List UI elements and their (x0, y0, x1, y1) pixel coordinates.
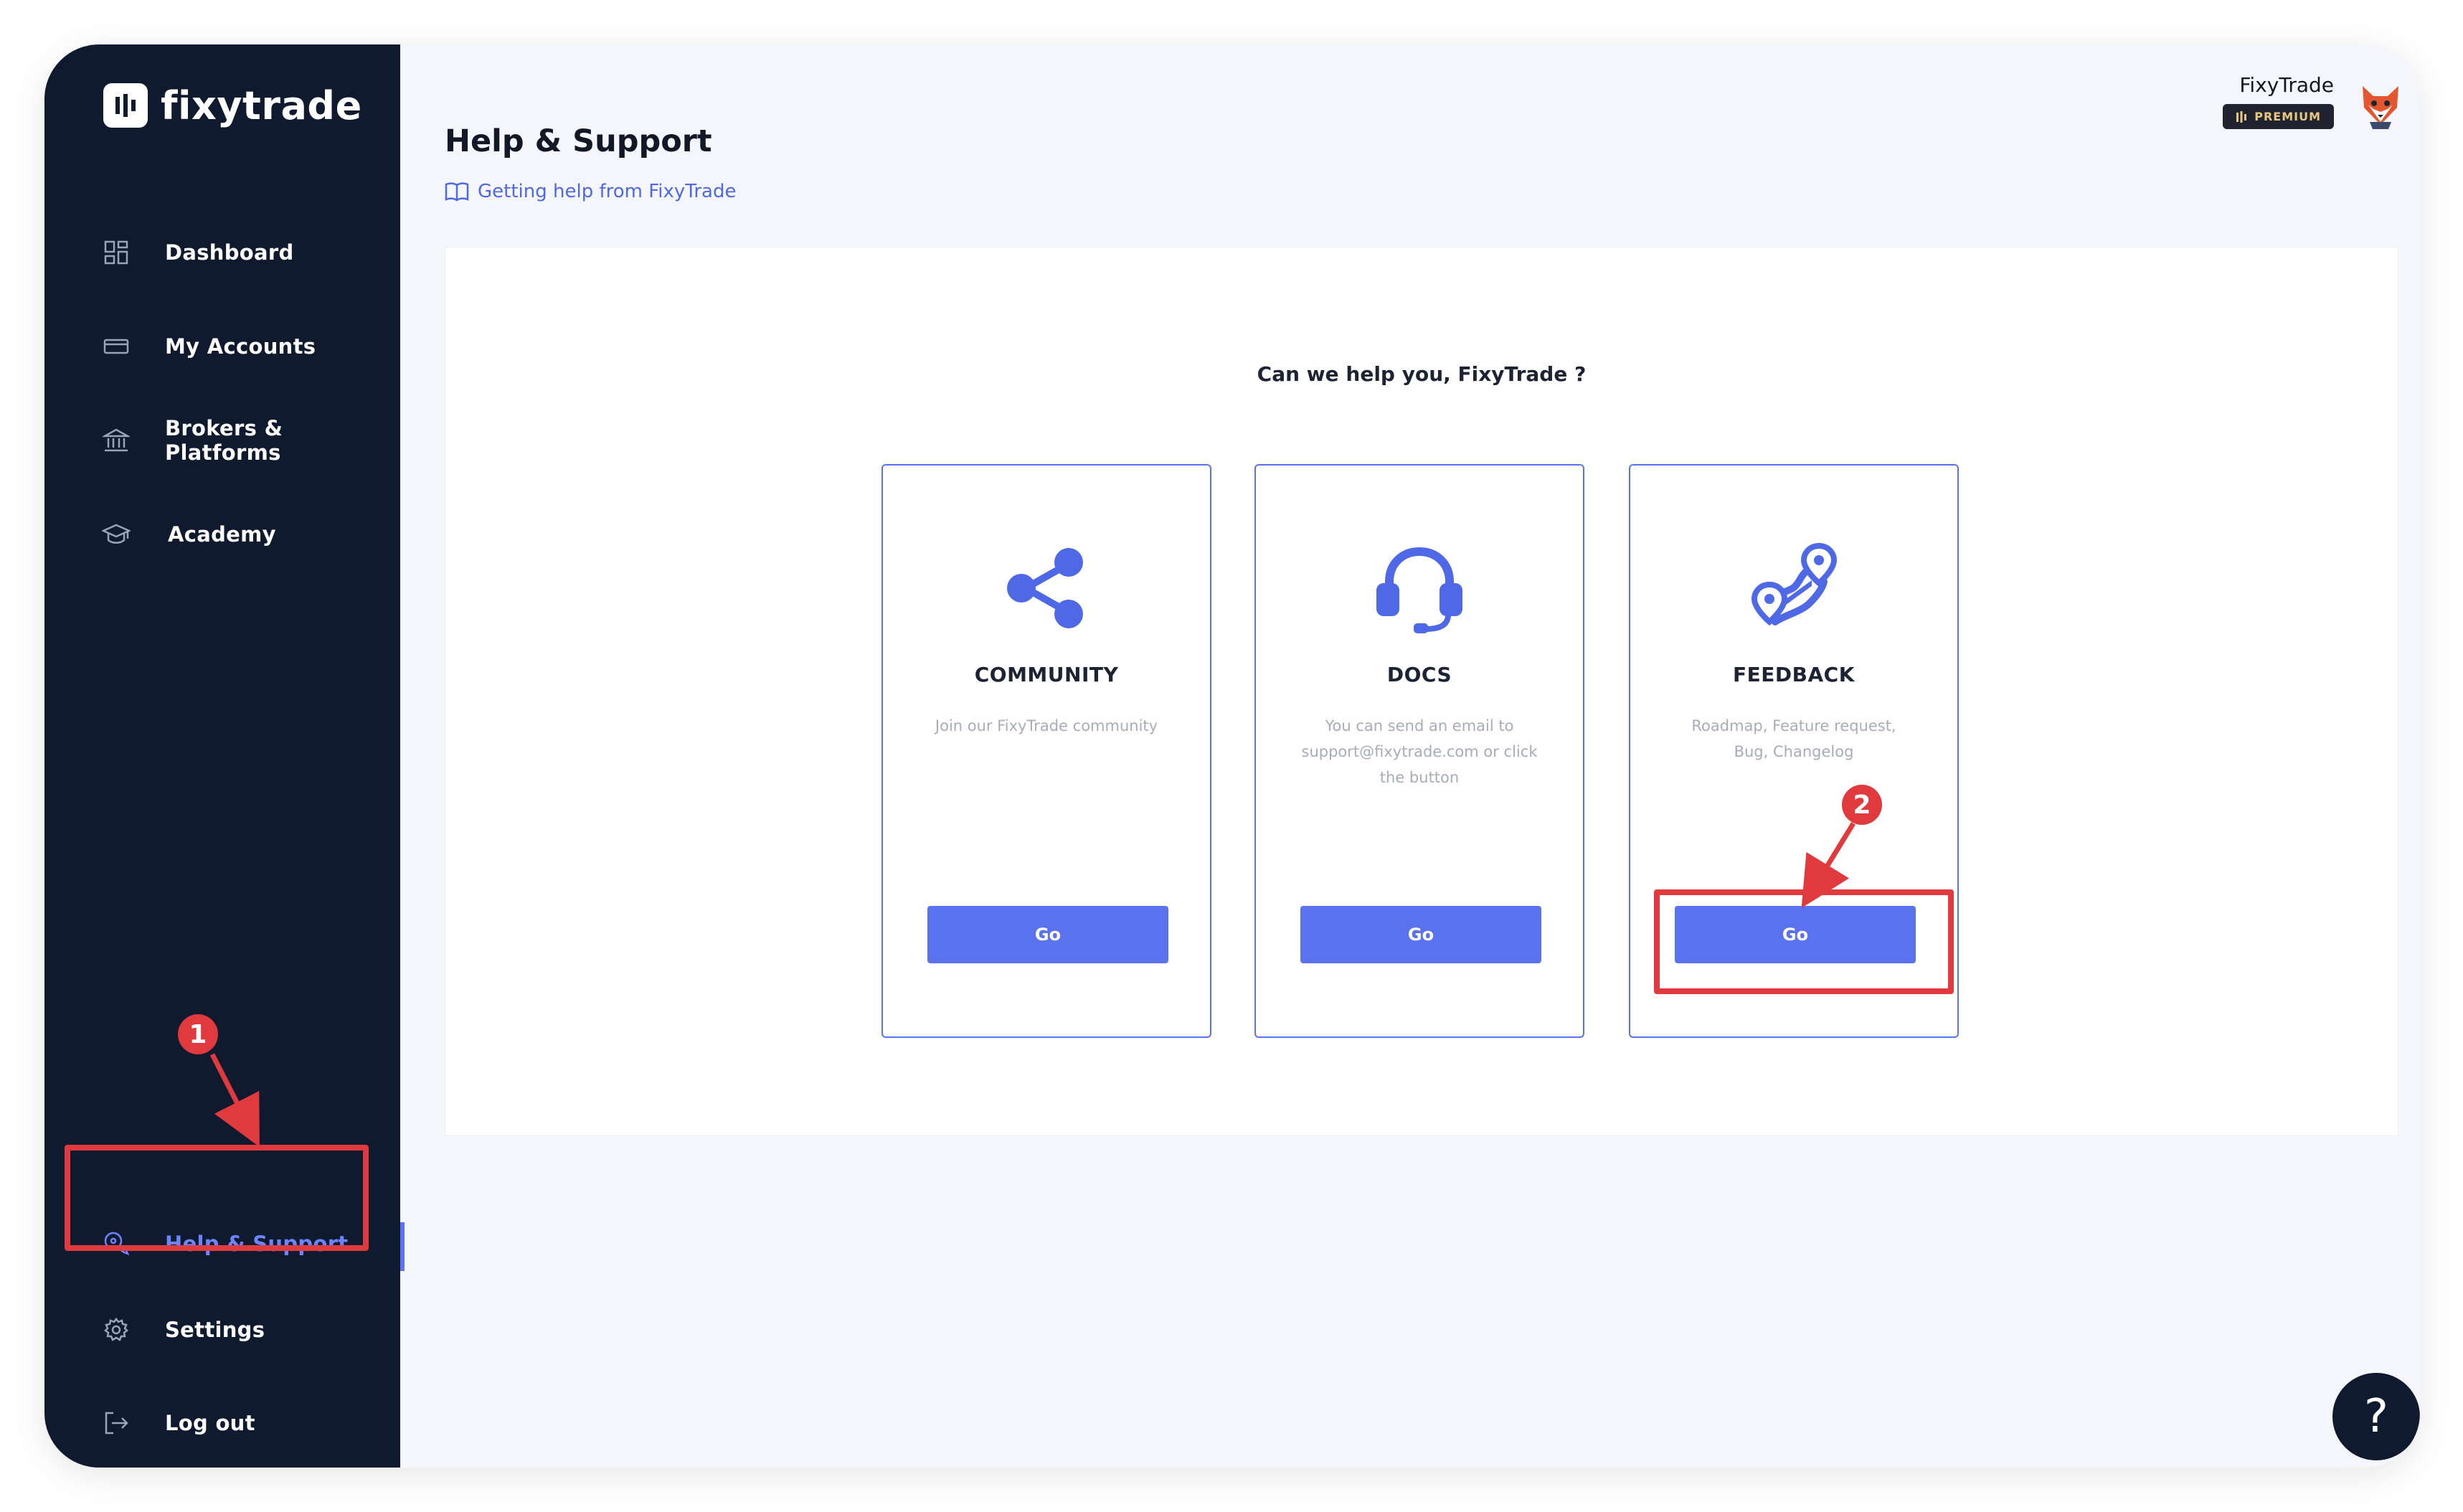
avatar[interactable] (2355, 80, 2406, 131)
graduation-cap-icon (102, 520, 131, 549)
card-description: Roadmap, Feature request, Bug, Changelog (1691, 717, 1896, 760)
sidebar-item-my-accounts[interactable]: My Accounts (44, 303, 400, 389)
sidebar-item-label: Log out (165, 1411, 255, 1435)
premium-logo-icon (2236, 110, 2247, 123)
card-title: DOCS (1386, 663, 1452, 686)
user-menu[interactable]: FixyTrade PREMIUM (2223, 73, 2334, 129)
sidebar-item-academy[interactable]: Academy (44, 491, 400, 577)
premium-badge: PREMIUM (2223, 104, 2334, 129)
card-description: Join our FixyTrade community (935, 717, 1158, 734)
dashboard-grid-icon (102, 238, 131, 267)
sidebar: fixytrade Dashboard My Accounts Brokers … (44, 44, 405, 1468)
sidebar-item-label: Academy (168, 522, 276, 547)
sidebar-item-dashboard[interactable]: Dashboard (44, 209, 400, 296)
docs-go-button[interactable]: Go (1300, 906, 1541, 963)
bank-icon (102, 426, 131, 455)
help-chat-button[interactable]: ? (2332, 1373, 2420, 1460)
sidebar-item-help-support[interactable]: Help & Support (44, 1201, 405, 1287)
fixytrade-logo-icon (103, 83, 148, 128)
sidebar-item-brokers-platforms[interactable]: Brokers & Platforms (44, 397, 400, 483)
sidebar-item-label: Brokers & Platforms (165, 416, 283, 465)
sidebar-item-label: Dashboard (165, 240, 294, 265)
brand-name: fixytrade (161, 82, 362, 128)
roadmap-pins-icon (1630, 537, 1957, 638)
main-content: Help & Support Getting help from FixyTra… (400, 44, 2420, 1468)
sidebar-item-label: My Accounts (165, 334, 316, 359)
docs-card: DOCS You can send an email to support@fi… (1254, 464, 1584, 1038)
sidebar-item-log-out[interactable]: Log out (44, 1380, 400, 1466)
feedback-go-button[interactable]: Go (1675, 906, 1916, 963)
user-name: FixyTrade (2239, 73, 2334, 97)
headset-icon (1256, 537, 1583, 638)
card-title: COMMUNITY (974, 663, 1119, 686)
page-title: Help & Support (445, 123, 712, 159)
card-icon (102, 332, 131, 361)
sidebar-item-settings[interactable]: Settings (44, 1287, 400, 1373)
sidebar-item-label: Help & Support (165, 1232, 349, 1256)
book-icon (445, 182, 469, 202)
card-title: FEEDBACK (1733, 663, 1855, 686)
share-icon (883, 537, 1210, 638)
logout-icon (102, 1409, 131, 1437)
help-panel: Can we help you, FixyTrade ? COMMUNITY J… (445, 247, 2398, 1136)
community-go-button[interactable]: Go (927, 906, 1168, 963)
community-card: COMMUNITY Join our FixyTrade community G… (881, 464, 1211, 1038)
getting-help-link[interactable]: Getting help from FixyTrade (445, 181, 736, 202)
card-description: You can send an email to support@fixytra… (1301, 717, 1538, 786)
app-window: fixytrade Dashboard My Accounts Brokers … (44, 44, 2420, 1468)
feedback-card: FEEDBACK Roadmap, Feature request, Bug, … (1629, 464, 1959, 1038)
panel-heading: Can we help you, FixyTrade ? (1257, 362, 1587, 386)
getting-help-link-text: Getting help from FixyTrade (478, 181, 737, 202)
brand-logo[interactable]: fixytrade (103, 73, 362, 138)
premium-badge-label: PREMIUM (2254, 110, 2321, 123)
gear-icon (102, 1315, 131, 1344)
sidebar-item-label: Settings (165, 1318, 265, 1342)
fox-avatar-icon (2363, 86, 2398, 129)
chat-support-icon (102, 1229, 131, 1258)
